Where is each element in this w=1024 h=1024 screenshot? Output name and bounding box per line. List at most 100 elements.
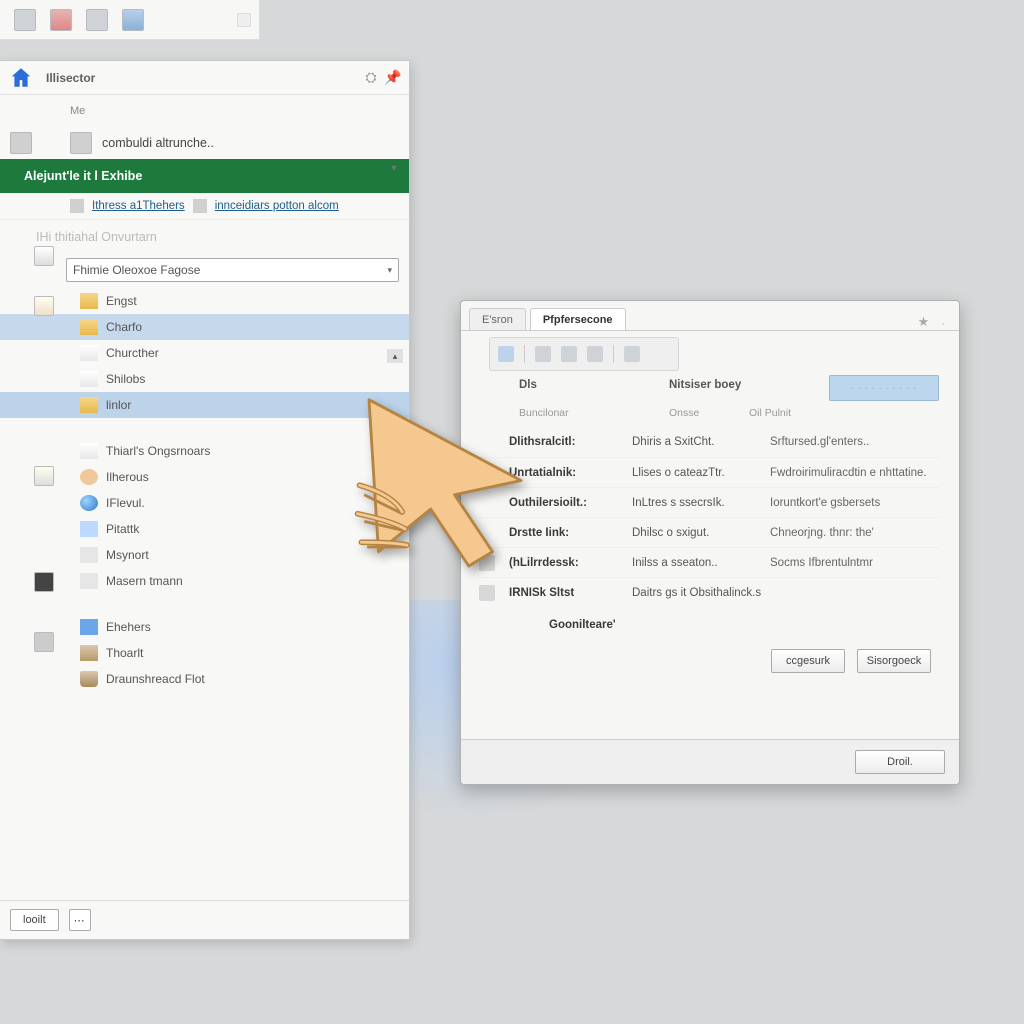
dialog-row-4[interactable]: (hLilrrdessk:Inilss a sseaton..Socms Ifb… [479,547,939,577]
dialog-footer: Droil. [461,739,959,784]
gutter-icon-2[interactable] [34,296,54,316]
tree-item-label: Shilobs [106,372,145,386]
tree-item-label: Thiarl's Ongsrnoars [106,444,210,458]
dialog-row-1[interactable]: Unrtatialnik:Llises o cateazTtr.Fwdroiri… [479,457,939,487]
nav-item-top[interactable]: combuldi altrunche.. [0,127,409,159]
row-type: Daitrs gs it Obsithalinck.s [632,587,762,599]
tool-icon-2[interactable] [535,346,551,362]
pin-icon[interactable]: 📌 [385,70,401,86]
tree-item-label: Churcther [106,346,159,360]
tree-item-icon [80,619,98,635]
tb-icon-1[interactable] [14,9,36,31]
star-icon[interactable]: ★ [918,314,930,330]
tree-item-12[interactable]: Thoarlt [0,640,409,666]
panel-title: Illisector [46,71,357,85]
col-1: Dls [519,379,669,401]
tb-icon-4[interactable] [122,9,144,31]
row-type: Llises o cateazTtr. [632,467,762,479]
mid-button-2[interactable]: Sisorgoeck [857,649,931,673]
tree-item-icon [80,397,98,413]
tree-item-label: Ehehers [106,620,151,634]
top-toolbar [0,0,260,40]
tool-icon-1[interactable] [498,346,514,362]
tool-icon-5[interactable] [624,346,640,362]
dialog-row-5[interactable]: IRNISk SltstDaitrs gs it Obsithalinck.s [479,577,939,607]
tree-item-2[interactable]: Churcther [0,340,409,366]
tree-item-1[interactable]: Charfo [0,314,409,340]
panel-footer: looilt ⋯ [0,900,409,939]
gutter-icon-4[interactable] [34,572,54,592]
tree-item-icon [80,345,98,361]
link-icon-2 [193,199,207,213]
tree-item-icon [80,645,98,661]
left-panel: Illisector ⛭ 📌 ▾ Me combuldi altrunche..… [0,60,410,940]
tab-1[interactable]: E'sron [469,308,526,330]
dialog-row-0[interactable]: Dlithsralcitl:Dhiris a SxitCht.Srftursed… [479,427,939,457]
tree-item-3[interactable]: Shilobs [0,366,409,392]
row-desc: Socms Ifbrentulntmr [770,557,939,569]
tree-item-9[interactable]: Msynort [0,542,409,568]
tree-item-label: linlor [106,398,131,412]
row-type: Dhiris a SxitCht. [632,436,762,448]
tree-item-icon [80,371,98,387]
tree-item-label: Engst [106,294,137,308]
nav-item-selected[interactable]: Alejunt'le it l Exhibe [0,159,409,193]
close-icon[interactable]: · [941,318,945,330]
nav-item-disabled-label: IHi thitiahal Onvurtarn [36,230,157,244]
tree-item-icon [80,547,98,563]
tree-item-icon [80,671,98,687]
tree-item-label: Masern tmann [106,574,183,588]
gutter-icon-3[interactable] [34,466,54,486]
combo-select[interactable]: Fhimie Oleoxoe Fagose ▾ [66,258,399,282]
link-1[interactable]: Ithress a1Thehers [92,200,185,212]
subcol-2: Onsse [669,407,749,419]
tree-item-label: IFlevul. [106,496,145,510]
scroll-up-icon[interactable]: ▴ [387,349,403,363]
cursor-arrow-icon [350,390,540,590]
tree-list: Engst Charfo Churcther Shilobs linlor Thiarl'… [0,286,409,692]
gutter-icon-5[interactable] [34,632,54,652]
dialog-tabs: E'sron Pfpfersecone ★ · [461,301,959,331]
dialog-row-3[interactable]: Drstte Iink:Dhilsc o sxigut.Chneorjng. t… [479,517,939,547]
tree-item-icon [80,521,98,537]
row-desc: Chneorjng. thnr: the' [770,527,939,539]
tab-2[interactable]: Pfpfersecone [530,308,626,330]
tb-icon-3[interactable] [86,9,108,31]
dialog-row-2[interactable]: Outhilersioilt.:InLtres s ssecrsIk.Iorun… [479,487,939,517]
tree-item-label: Thoarlt [106,646,143,660]
tree-item-6[interactable]: Ilherous [0,464,409,490]
home-icon[interactable] [10,67,32,89]
tool-icon-4[interactable] [587,346,603,362]
footer-button[interactable]: looilt [10,909,59,931]
nav-item-selected-label: Alejunt'le it l Exhibe [24,169,142,183]
section-label-text: Me [70,105,85,117]
dialog-toolbar [489,337,679,371]
tree-item-10[interactable]: Masern tmann [0,568,409,594]
tree-item-4[interactable]: linlor [0,392,409,418]
tree-item-0[interactable]: Engst [0,288,409,314]
footer-icon-button[interactable]: ⋯ [69,909,91,931]
nav-item-disabled: IHi thitiahal Onvurtarn [0,220,409,254]
tool-icon-3[interactable] [561,346,577,362]
close-button[interactable]: Droil. [855,750,945,774]
tree-item-13[interactable]: Draunshreacd Flot [0,666,409,692]
collapse-chevron-icon[interactable]: ▾ [385,161,403,175]
link-2[interactable]: innceidiars potton alcom [215,200,339,212]
row-type: InLtres s ssecrsIk. [632,497,762,509]
tree-item-icon [80,573,98,589]
tree-item-label: Charfo [106,320,142,334]
tree-item-7[interactable]: IFlevul. [0,490,409,516]
settings-icon[interactable]: ⛭ [363,70,379,86]
gutter-icon-1[interactable] [34,246,54,266]
tree-item-11[interactable]: Ehehers [0,614,409,640]
tb-icon-2[interactable] [50,9,72,31]
tree-item-icon [80,495,98,511]
preview-swatch[interactable]: · · · · · · · · · · [829,375,939,401]
tree-item-icon [80,443,98,459]
mid-button-1[interactable]: ccgesurk [771,649,845,673]
tree-item-label: Msynort [106,548,149,562]
row-desc: Fwdroirimuliracdtin e nhttatine. [770,467,939,479]
tb-icon-menu[interactable] [237,13,251,27]
tree-item-5[interactable]: Thiarl's Ongsrnoars [0,438,409,464]
tree-item-8[interactable]: Pitattk [0,516,409,542]
